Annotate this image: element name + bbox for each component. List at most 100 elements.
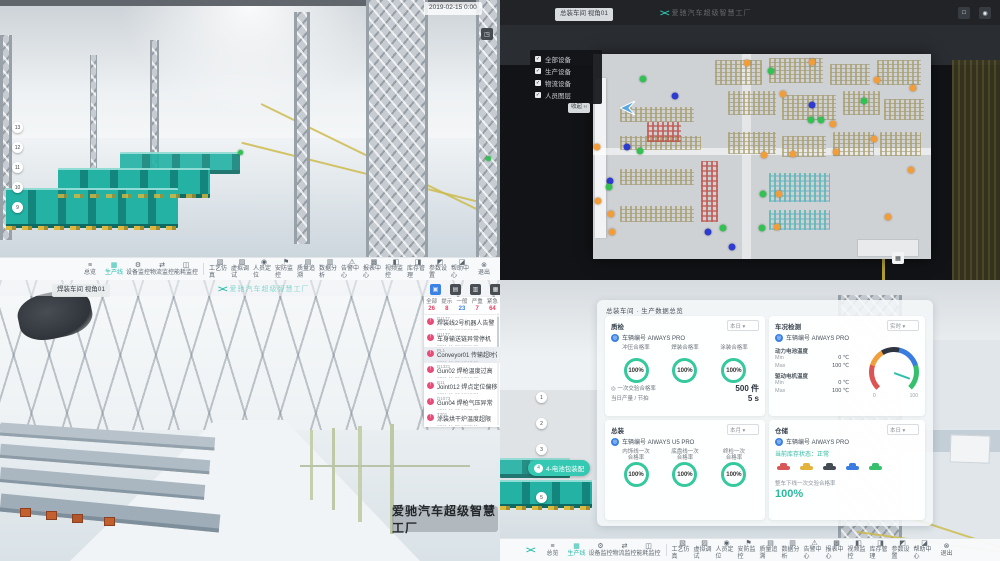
station-badge[interactable]: 10 (12, 182, 23, 193)
toolbar-item[interactable]: ◧视频监控 (848, 540, 870, 560)
map-dot[interactable] (636, 147, 643, 154)
map-dot[interactable] (885, 213, 892, 220)
station-badge[interactable]: 12 (12, 142, 23, 153)
toolbar-item[interactable]: ▥数据分析 (782, 540, 804, 560)
alarm-tab[interactable]: 提示8 (439, 299, 454, 313)
map-dot[interactable] (728, 243, 735, 250)
map-dot[interactable] (761, 152, 768, 159)
agv-marker[interactable] (238, 150, 243, 155)
floorplan-map[interactable] (593, 54, 931, 259)
layer-row[interactable]: ✓生产设备 (535, 65, 597, 77)
window-button[interactable]: ▥ (470, 284, 481, 295)
toolbar-item[interactable]: ⚑安防监控 (738, 540, 760, 560)
toolbar-item[interactable]: ▨虚拟调试 (694, 540, 716, 560)
scrollbar[interactable] (497, 313, 499, 425)
toolbar-item[interactable]: ≡总览 (78, 262, 102, 276)
alarm-tab[interactable]: 紧急64 (485, 299, 500, 313)
map-dot[interactable] (908, 167, 915, 174)
toolbar-item[interactable]: ◉人员定位 (716, 540, 738, 560)
station-badge[interactable]: 11 (12, 162, 23, 173)
checkbox-checked-icon[interactable]: ✓ (535, 56, 541, 62)
map-dot[interactable] (607, 210, 614, 217)
toolbar-item[interactable]: ◩参数设置 (892, 540, 914, 560)
map-dot[interactable] (594, 144, 601, 151)
toolbar-item[interactable]: ⚙设备监控 (589, 543, 613, 557)
toolbar-item[interactable]: ▤质量追溯 (760, 540, 782, 560)
viewport-factory-aisle[interactable]: 2019-02-15 0:00 ◳ 131211109 ≡总览▦生产线⚙设备监控… (0, 0, 500, 280)
toolbar-item[interactable]: ◨库存管理 (407, 259, 429, 279)
toolbar-item[interactable]: ◧视频监控 (385, 259, 407, 279)
toolbar-item[interactable]: ◪帮助中心 (451, 259, 473, 279)
station-badge[interactable]: 13 (12, 122, 23, 133)
toolbar-item[interactable]: ▥数据分析 (319, 259, 341, 279)
toolbar-item[interactable]: ▨虚拟调试 (231, 259, 253, 279)
map-dot[interactable] (779, 90, 786, 97)
map-dot[interactable] (759, 225, 766, 232)
map-dot[interactable] (640, 76, 647, 83)
map-dot[interactable] (775, 191, 782, 198)
toolbar-item[interactable]: ▩报表中心 (363, 259, 385, 279)
toolbar-item[interactable]: ▦生产线 (565, 543, 589, 557)
window-button[interactable]: □ (958, 7, 970, 19)
alarm-list-item[interactable]: ! D1321 Gun02 焊枪温度过高 2021-11-27 13:15:28 (424, 363, 500, 379)
agv-marker[interactable] (486, 156, 491, 161)
toolbar-item[interactable]: ◨库存管理 (870, 540, 892, 560)
active-station-pill[interactable]: 4 4-电池包装配 (528, 460, 590, 476)
layer-row[interactable]: ✓人员图层 (535, 89, 597, 101)
map-dot[interactable] (768, 68, 775, 75)
toolbar-item[interactable]: ⚠告警中心 (804, 540, 826, 560)
toolbar-item[interactable]: ◪帮助中心 (914, 540, 936, 560)
map-dot[interactable] (808, 117, 815, 124)
toolbar-item[interactable]: ⇄物流监控 (613, 543, 637, 557)
alarm-list-item[interactable]: ! D1073 Gun04 焊枪气压异常 2021-11-27 13:08:46 (424, 395, 500, 411)
range-dropdown[interactable]: 本日 ▾ (887, 424, 919, 435)
map-dot[interactable] (773, 224, 780, 231)
map-dot[interactable] (608, 228, 615, 235)
toolbar-item[interactable]: ◉人员定位 (253, 259, 275, 279)
checkbox-checked-icon[interactable]: ✓ (535, 92, 541, 98)
window-button[interactable]: ▣ (430, 284, 441, 295)
range-dropdown[interactable]: 本月 ▾ (727, 424, 759, 435)
toolbar-item[interactable]: ▤质量追溯 (297, 259, 319, 279)
window-button[interactable]: ▦ (490, 284, 500, 295)
toolbar-item[interactable]: ◫能耗监控 (637, 543, 661, 557)
toolbar-item[interactable]: ▦生产线 (102, 262, 126, 276)
station-badge[interactable]: 3 (536, 444, 547, 455)
alarm-list-item[interactable]: ! D1177 车身输送链异常停机 2021-11-27 13:21:32 (424, 331, 500, 347)
expand-button[interactable]: ◳ (481, 28, 493, 40)
alarm-tab[interactable]: 严重7 (470, 299, 485, 313)
station-badge[interactable]: 1 (536, 392, 547, 403)
window-button[interactable]: ◉ (979, 7, 991, 19)
viewport-dashboard[interactable]: 123 4 4-电池包装配 5 总装车间 · 生产数据总览 质检 本日 ▾ ◎车… (500, 280, 1000, 561)
map-dot[interactable] (910, 85, 917, 92)
toolbar-item[interactable]: ▩报表中心 (826, 540, 848, 560)
view-chip[interactable]: 焊装车间 视角01 (52, 284, 110, 297)
layer-row[interactable]: ✓物流设备 (535, 77, 597, 89)
range-dropdown[interactable]: 本日 ▾ (727, 320, 759, 331)
window-button[interactable]: ▤ (450, 284, 461, 295)
map-dot[interactable] (870, 136, 877, 143)
toolbar-item[interactable]: ⚙设备监控 (126, 262, 150, 276)
toolbar-item[interactable]: ⊗退出 (936, 540, 958, 560)
layer-row[interactable]: ✓全部设备 (535, 53, 597, 65)
toolbar-item[interactable]: ⚠告警中心 (341, 259, 363, 279)
map-dot[interactable] (833, 148, 840, 155)
alarm-tab[interactable]: 全部26 (424, 299, 439, 313)
map-dot[interactable] (809, 102, 816, 109)
map-dot[interactable] (829, 120, 836, 127)
checkbox-checked-icon[interactable]: ✓ (535, 80, 541, 86)
toolbar-item[interactable]: ⊗退出 (473, 259, 495, 279)
alarm-list-item[interactable]: ! B11 Joint012 焊点定位偏移 2021-11-27 13:12:0… (424, 379, 500, 395)
checkbox-checked-icon[interactable]: ✓ (535, 68, 541, 74)
map-dot[interactable] (720, 225, 727, 232)
toolbar-item[interactable]: ◫能耗监控 (174, 262, 198, 276)
toolbar-item[interactable]: ⚑安防监控 (275, 259, 297, 279)
viewport-weld-shop[interactable]: 焊装车间 视角01 >< 爱驰汽车超级智慧工厂 ▣▤▥▦ 全部26提示8一般23… (0, 280, 500, 561)
map-dot[interactable] (704, 228, 711, 235)
view-chip[interactable]: 总装车间 视角01 (555, 8, 613, 21)
alarm-list-item[interactable]: ! D1177 焊装线2号机器人告警 2021-11-27 13:24:08 (424, 315, 500, 331)
toolbar-item[interactable]: ▧工艺仿真 (672, 540, 694, 560)
toolbar-item[interactable]: ◩参数设置 (429, 259, 451, 279)
station-badge[interactable]: 5 (536, 492, 547, 503)
map-dot[interactable] (818, 117, 825, 124)
